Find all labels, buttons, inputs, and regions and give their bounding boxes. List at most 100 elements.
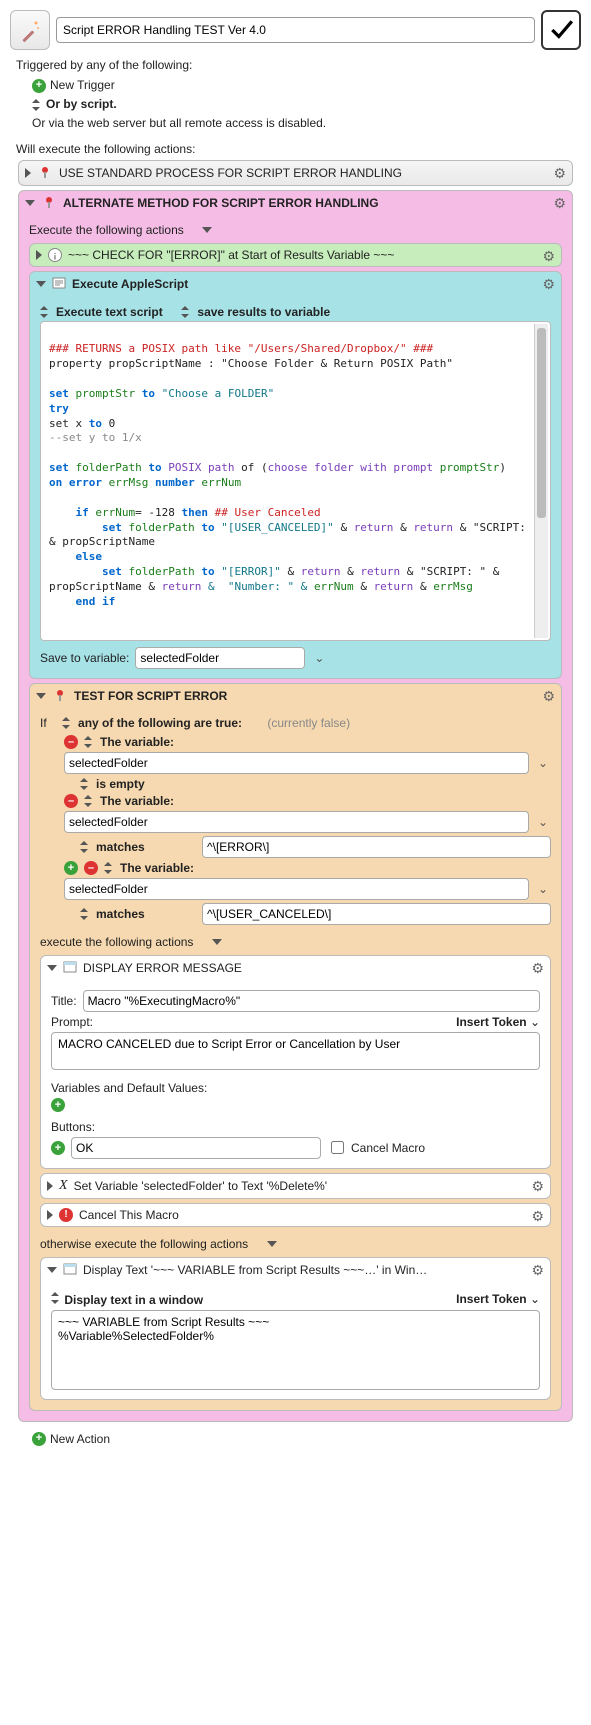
variable-name-input[interactable] — [64, 752, 529, 774]
kw: end if — [49, 595, 115, 608]
op: & — [340, 521, 347, 534]
op: & — [347, 565, 354, 578]
kw: set — [49, 565, 122, 578]
any-label: any of the following are true: — [78, 716, 242, 730]
disclosure-triangle-icon[interactable] — [36, 250, 42, 260]
matcher-menu[interactable] — [80, 778, 90, 790]
kw: set — [49, 461, 69, 474]
button-text-input[interactable] — [71, 1137, 321, 1159]
otherwise-label: otherwise execute the following actions — [40, 1237, 248, 1251]
insert-token-button[interactable]: Insert Token ⌄ — [456, 1292, 540, 1306]
or-by-script-label: Or by script. — [46, 95, 117, 114]
chevron-down-icon[interactable]: ⌄ — [311, 651, 327, 665]
op: & — [287, 565, 294, 578]
remove-condition-button[interactable]: – — [64, 794, 78, 808]
new-action-link[interactable]: New Action — [50, 1430, 110, 1449]
matcher-menu[interactable] — [80, 908, 90, 920]
remove-condition-button[interactable]: – — [64, 735, 78, 749]
condition-type-menu[interactable] — [104, 862, 114, 874]
gear-icon[interactable]: ⚙ — [531, 960, 544, 977]
action-set-variable[interactable]: X Set Variable 'selectedFolder' to Text … — [40, 1173, 551, 1199]
enable-macro-toggle[interactable] — [541, 10, 581, 50]
gear-icon[interactable]: ⚙ — [542, 688, 555, 705]
kw: number — [155, 476, 195, 489]
disclosure-triangle-icon[interactable] — [36, 281, 46, 287]
comment-icon: ¡ — [48, 248, 62, 262]
prompt-textarea[interactable] — [51, 1032, 540, 1070]
chevron-down-icon[interactable]: ⌄ — [535, 756, 551, 770]
gear-icon[interactable]: ⚙ — [553, 195, 566, 212]
gear-icon[interactable]: ⚙ — [531, 1178, 544, 1195]
matcher-menu[interactable] — [80, 841, 90, 853]
chevron-down-icon[interactable] — [212, 939, 222, 945]
chevron-down-icon[interactable]: ⌄ — [535, 882, 551, 896]
gear-icon[interactable]: ⚙ — [531, 1262, 544, 1279]
macro-icon-button[interactable] — [10, 10, 50, 50]
script-line: ### RETURNS a POSIX path like "/Users/Sh… — [49, 342, 433, 355]
any-all-menu[interactable] — [62, 717, 72, 729]
kw: return — [162, 580, 202, 593]
condition-type-menu[interactable] — [84, 795, 94, 807]
ident: folderPath — [128, 565, 194, 578]
disclosure-triangle-icon[interactable] — [47, 1267, 57, 1273]
chevron-down-icon[interactable] — [267, 1241, 277, 1247]
display-text-body[interactable] — [51, 1310, 540, 1390]
action-execute-applescript: Execute AppleScript ⚙ Execute text scrip… — [29, 271, 562, 679]
macro-title-input[interactable] — [56, 17, 535, 43]
condition-type-menu[interactable] — [84, 736, 94, 748]
gear-icon[interactable]: ⚙ — [553, 165, 566, 182]
gear-icon[interactable]: ⚙ — [542, 248, 555, 265]
insert-token-button[interactable]: Insert Token ⌄ — [456, 1015, 540, 1029]
save-results-menu[interactable] — [181, 306, 191, 318]
str: "[ERROR]" — [221, 565, 281, 578]
variable-name-input[interactable] — [64, 811, 529, 833]
action-check-error[interactable]: ¡ ~~~ CHECK FOR "[ERROR]" at Start of Re… — [29, 243, 562, 267]
kw: on error — [49, 476, 102, 489]
if-label: If — [40, 716, 47, 730]
display-mode-menu[interactable] — [51, 1292, 61, 1304]
regex-input[interactable] — [202, 836, 551, 858]
will-execute-heading: Will execute the following actions: — [16, 142, 581, 156]
variable-name-input[interactable] — [64, 878, 529, 900]
disclosure-triangle-icon[interactable] — [47, 1210, 53, 1220]
disclosure-triangle-icon[interactable] — [47, 1181, 53, 1191]
script-type-menu[interactable] — [40, 306, 50, 318]
chevron-down-icon[interactable]: ⌄ — [535, 815, 551, 829]
disclosure-triangle-icon[interactable] — [25, 168, 31, 178]
add-condition-button[interactable]: + — [64, 861, 78, 875]
cancel-macro-checkbox[interactable] — [331, 1141, 344, 1154]
script-type-label: Execute text script — [56, 305, 163, 319]
disclosure-triangle-icon[interactable] — [47, 965, 57, 971]
kw: else — [49, 550, 102, 563]
add-action-button[interactable]: + — [32, 1432, 46, 1446]
add-button-button[interactable]: + — [51, 1141, 65, 1155]
disclosure-triangle-icon[interactable] — [25, 200, 35, 206]
group-alternate-title: ALTERNATE METHOD FOR SCRIPT ERROR HANDLI… — [63, 196, 379, 210]
set-variable-title: Set Variable 'selectedFolder' to Text '%… — [74, 1179, 328, 1193]
save-variable-input[interactable] — [135, 647, 305, 669]
scrollbar-thumb[interactable] — [537, 328, 546, 518]
applescript-icon — [52, 276, 66, 293]
kw: return — [360, 565, 400, 578]
or-by-script-menu[interactable] — [32, 99, 42, 111]
gear-icon[interactable]: ⚙ — [542, 276, 555, 293]
buttons-label: Buttons: — [51, 1120, 540, 1134]
regex-input[interactable] — [202, 903, 551, 925]
action-cancel-macro[interactable]: ! Cancel This Macro ⚙ — [40, 1203, 551, 1227]
scrollbar[interactable] — [534, 324, 548, 638]
title-field-input[interactable] — [83, 990, 540, 1012]
group-standard-title: USE STANDARD PROCESS FOR SCRIPT ERROR HA… — [59, 166, 402, 180]
chevron-down-icon[interactable] — [202, 227, 212, 233]
cancel-macro-checkbox-row[interactable]: Cancel Macro — [327, 1138, 425, 1157]
group-standard-process[interactable]: USE STANDARD PROCESS FOR SCRIPT ERROR HA… — [18, 160, 573, 186]
applescript-source-editor[interactable]: ### RETURNS a POSIX path like "/Users/Sh… — [40, 321, 551, 641]
add-trigger-button[interactable]: + — [32, 79, 46, 93]
disclosure-triangle-icon[interactable] — [36, 693, 46, 699]
group-icon — [37, 165, 53, 181]
magic-wand-icon — [18, 18, 42, 42]
group-alternate-method: ALTERNATE METHOD FOR SCRIPT ERROR HANDLI… — [18, 190, 573, 1422]
add-variable-button[interactable]: + — [51, 1098, 65, 1112]
remove-condition-button[interactable]: – — [84, 861, 98, 875]
gear-icon[interactable]: ⚙ — [531, 1208, 544, 1225]
new-trigger-link[interactable]: New Trigger — [50, 76, 115, 95]
